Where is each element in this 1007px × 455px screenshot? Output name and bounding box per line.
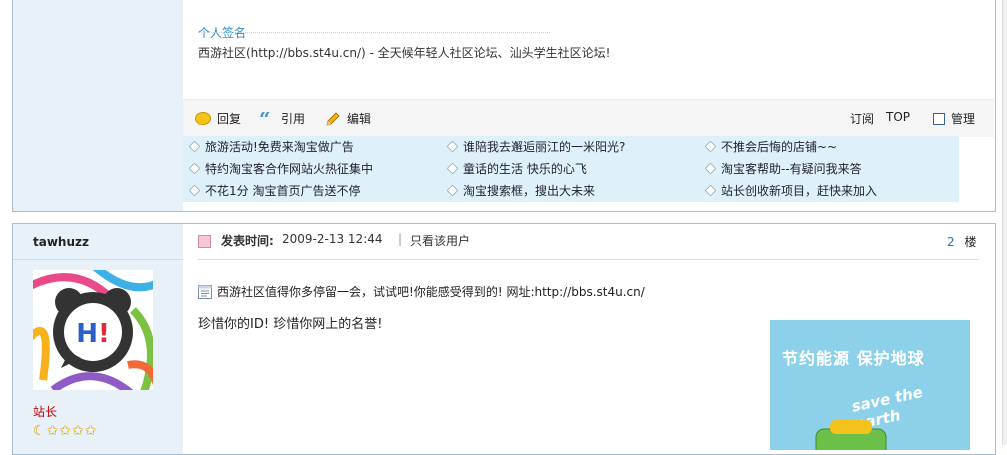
author-username[interactable]: tawhuzz (33, 235, 89, 249)
manage-checkbox[interactable]: 管理 (933, 110, 975, 127)
tag-icon (704, 162, 717, 175)
svg-text:H!: H! (76, 319, 110, 349)
tag-icon (446, 162, 459, 175)
tag-icon (704, 184, 717, 197)
subscribe-link[interactable]: 订阅 (850, 110, 874, 127)
scrollbar[interactable] (1002, 0, 1007, 445)
post-header-divider (198, 259, 979, 260)
edit-button[interactable]: 编辑 (325, 110, 371, 127)
ad-links-box: 旅游活动!免费来淘宝做广告 谁陪我去邂逅丽江的一米阳光? 不推会后悔的店铺~~ … (183, 136, 959, 202)
posted-label: 发表时间: (221, 234, 274, 248)
signature-divider (198, 32, 550, 33)
reply-icon (195, 111, 211, 126)
tag-icon (188, 184, 201, 197)
ad-link[interactable]: 旅游活动!免费来淘宝做广告 (188, 138, 354, 155)
tag-icon (446, 184, 459, 197)
ad-link[interactable]: 谁陪我去邂逅丽江的一米阳光? (446, 138, 625, 155)
floor-number: 2 楼 (947, 235, 977, 249)
reply-button[interactable]: 回复 (195, 110, 241, 127)
user-rank: 站长 (33, 405, 58, 419)
tag-icon (188, 162, 201, 175)
username-divider (13, 259, 183, 260)
post-status-icon (198, 235, 211, 248)
tag-icon (188, 140, 201, 153)
notice-icon (198, 284, 212, 299)
ad-link[interactable]: 不推会后悔的店铺~~ (704, 138, 837, 155)
pencil-icon (325, 111, 341, 126)
star-icon: ✩ (84, 423, 97, 439)
site-notice: 西游社区值得你多停留一会，试试吧!你能感受得到的! 网址:http://bbs.… (198, 283, 645, 300)
ad-link[interactable]: 特约淘宝客合作网站火热征集中 (188, 160, 373, 177)
post-body: 珍惜你的ID! 珍惜你网上的名誉! (198, 317, 383, 332)
quote-icon: “ (259, 107, 275, 131)
checkbox-icon (933, 112, 945, 125)
avatar[interactable]: H! (33, 270, 153, 390)
ad-link[interactable]: 淘宝客帮助--有疑问我来答 (704, 160, 862, 177)
moon-icon: ☾ (33, 423, 46, 439)
star-icon: ✩ (46, 423, 59, 439)
top-link[interactable]: TOP (886, 110, 910, 124)
posted-time: 2009-2-13 12:44 (282, 232, 383, 246)
author-sidebar (13, 0, 183, 211)
rank-stars: ☾ ✩ ✩ ✩ ✩ (33, 424, 97, 438)
ad-link[interactable]: 淘宝搜索框，搜出大未来 (446, 182, 595, 199)
ad-link[interactable]: 站长创收新项目，赶快来加入 (704, 182, 877, 199)
header-separator: | (398, 232, 403, 246)
only-this-user-link[interactable]: 只看该用户 (410, 232, 470, 249)
quote-button[interactable]: “ 引用 (259, 107, 305, 131)
star-icon: ✩ (72, 423, 84, 439)
tag-icon (704, 140, 717, 153)
tag-icon (446, 140, 459, 153)
signature-text: 西游社区(http://bbs.st4u.cn/) - 全天候年轻人社区论坛、汕… (198, 46, 611, 60)
star-icon: ✩ (59, 423, 72, 439)
svg-text:“: “ (259, 112, 271, 126)
ad-link[interactable]: 童话的生活 快乐的心飞 (446, 160, 587, 177)
post-action-bar: 回复 “ 引用 编辑 订阅 TOP 管理 (183, 99, 994, 137)
ad-link[interactable]: 不花1分 淘宝首页广告送不停 (188, 182, 360, 199)
earth-banner-image: 节约能源 保护地球 save the earth (770, 320, 970, 450)
